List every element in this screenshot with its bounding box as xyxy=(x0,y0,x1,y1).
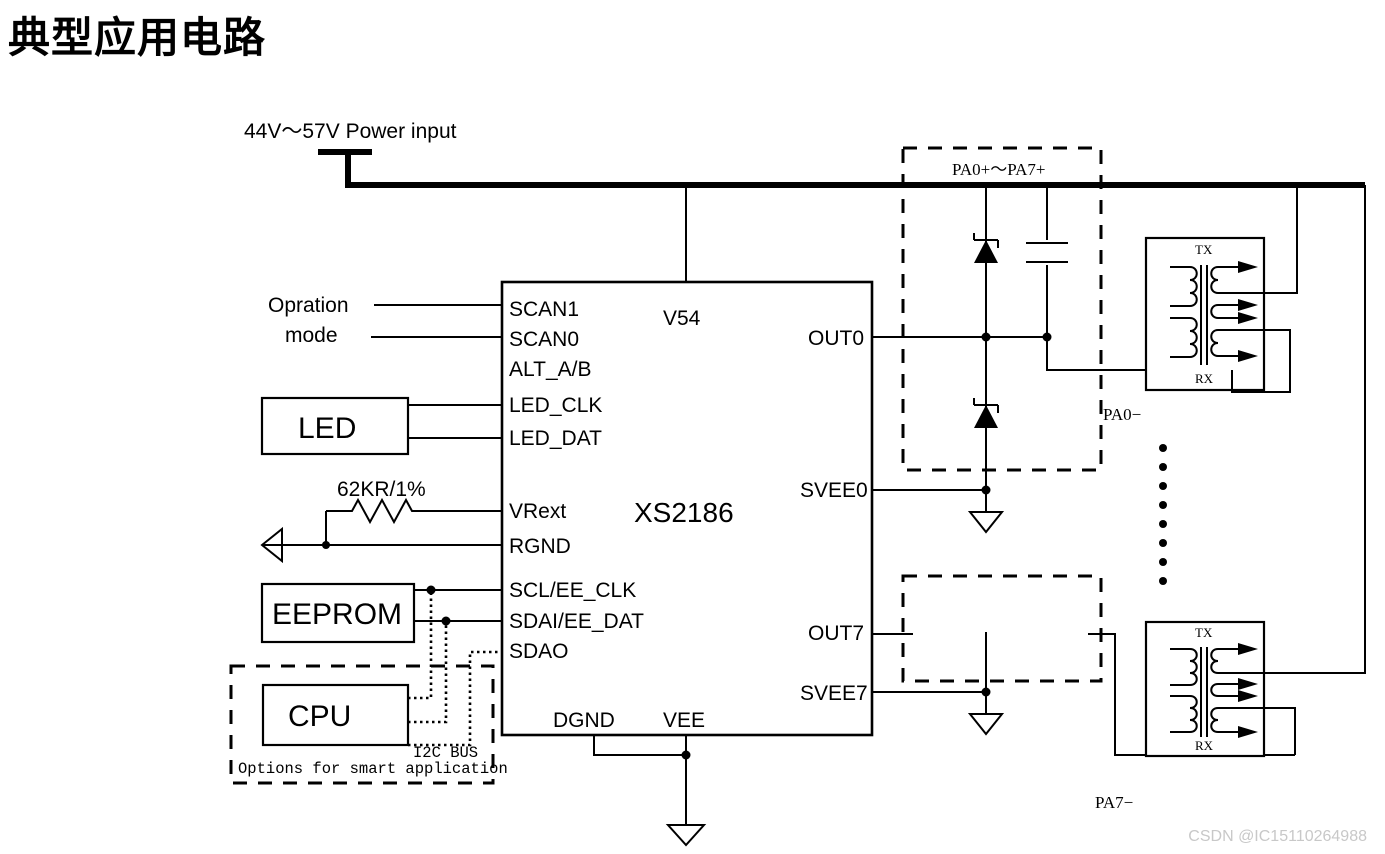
chip-ground-group xyxy=(593,735,707,847)
tvs-diode-lower-triangle xyxy=(974,405,998,428)
junction-out0-cap xyxy=(1042,332,1052,342)
pin-label-scl-ee-clk: SCL/EE_CLK xyxy=(509,579,636,602)
pin-label-sdao: SDAO xyxy=(509,640,569,663)
pin-label-vee: VEE xyxy=(663,709,705,732)
pin-label-v54: V54 xyxy=(663,307,701,330)
resistor-value-label: 62KR/1% xyxy=(337,478,426,501)
junction-rgnd xyxy=(322,541,330,549)
junction-out0-tvs xyxy=(981,332,991,342)
pin-label-led-clk: LED_CLK xyxy=(509,394,602,417)
options-note-label: Options for smart application xyxy=(238,760,508,778)
pin-label-svee0: SVEE0 xyxy=(800,479,868,502)
magnetics-top-group: TX RX xyxy=(1144,185,1298,393)
port0-minus-label: PA0− xyxy=(1103,405,1141,424)
operation-mode-group: Opration mode xyxy=(268,294,502,347)
pin-label-out0: OUT0 xyxy=(808,327,864,350)
cpu-block-label: CPU xyxy=(288,700,351,733)
eeprom-group: EEPROM xyxy=(260,582,502,644)
tvs-diode-upper-triangle xyxy=(974,240,998,263)
led-block-group: LED xyxy=(260,396,502,456)
port0-protection-boundary xyxy=(901,146,1103,472)
svee0-ground-symbol xyxy=(967,511,1005,534)
magnetics-bottom-tx-label: TX xyxy=(1195,625,1213,640)
pin-label-vrext: VRext xyxy=(509,500,566,523)
pin-label-alt-ab: ALT_A/B xyxy=(509,358,591,381)
magnetics-top-body xyxy=(1144,236,1266,392)
port7-protection-boundary xyxy=(901,574,1103,683)
operation-mode-label-line2: mode xyxy=(285,324,338,347)
ellipsis-dot xyxy=(1159,482,1167,490)
ellipsis-dot xyxy=(1159,463,1167,471)
eeprom-block-label: EEPROM xyxy=(272,598,402,631)
ellipsis-dot xyxy=(1159,558,1167,566)
junction-dgnd-vee xyxy=(681,750,691,760)
pin-label-scan0: SCAN0 xyxy=(509,328,579,351)
power-rail-main xyxy=(345,152,1365,188)
pin-label-dgnd: DGND xyxy=(553,709,615,732)
vee-ground-symbol xyxy=(665,824,707,847)
svee7-ground-symbol xyxy=(967,713,1005,736)
ellipsis-dot xyxy=(1159,520,1167,528)
resistor-group: 62KR/1% xyxy=(260,478,502,564)
watermark-label: CSDN @IC15110264988 xyxy=(1188,828,1367,845)
magnetics-bottom-rx-label: RX xyxy=(1195,738,1214,753)
pin-label-svee7: SVEE7 xyxy=(800,682,868,705)
power-input-group: 44V～57V Power input xyxy=(244,120,1365,188)
ellipsis-dot xyxy=(1159,444,1167,452)
port7-minus-label: PA7− xyxy=(1095,793,1133,812)
pin-label-scan1: SCAN1 xyxy=(509,298,579,321)
diagram-canvas: 典型应用电路 44V～57V Power input XS2186 V54 SC… xyxy=(0,0,1385,854)
magnetics-top-rx-label: RX xyxy=(1195,371,1214,386)
pin-label-sdai-ee-dat: SDAI/EE_DAT xyxy=(509,610,644,633)
magnetics-bottom-body xyxy=(1144,620,1266,758)
chip-part-number: XS2186 xyxy=(634,497,734,528)
ellipsis-dot xyxy=(1159,539,1167,547)
pin-label-led-dat: LED_DAT xyxy=(509,427,602,450)
led-block-label: LED xyxy=(298,412,356,445)
resistor-symbol xyxy=(326,497,502,525)
ellipsis-dot xyxy=(1159,501,1167,509)
operation-mode-label-line1: Opration xyxy=(268,294,349,317)
magnetics-top-tx-label: TX xyxy=(1195,242,1213,257)
port-ellipsis-dots xyxy=(1159,444,1167,585)
circuit-schematic: 44V～57V Power input XS2186 V54 SCAN1 SCA… xyxy=(229,120,1366,847)
pin-label-out7: OUT7 xyxy=(808,622,864,645)
pin-label-rgnd: RGND xyxy=(509,535,571,558)
port-plus-label: PA0+～PA7+ xyxy=(952,160,1046,179)
power-input-label: 44V～57V Power input xyxy=(244,120,457,143)
ellipsis-dot xyxy=(1159,577,1167,585)
wire-dgnd xyxy=(593,735,686,756)
